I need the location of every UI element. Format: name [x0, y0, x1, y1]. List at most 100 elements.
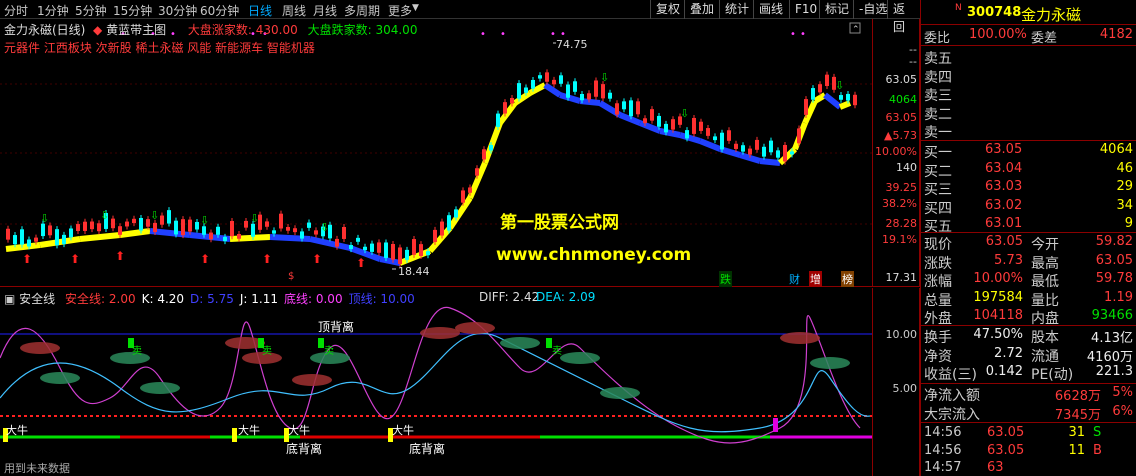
period-tab-10[interactable]: 更多 — [388, 2, 412, 19]
candle-body — [461, 190, 465, 203]
gear-icon[interactable]: ▣ — [4, 292, 15, 306]
flow-label: 大宗流入 — [924, 406, 980, 423]
toolbar-button-3[interactable]: 画线 — [753, 0, 788, 19]
bull-label: 大牛 — [6, 424, 28, 437]
candle-body — [286, 226, 290, 231]
candle-body — [615, 103, 619, 115]
tick-row-0[interactable]: 14:56 63.05 31 S — [921, 424, 1136, 443]
sell-row-1[interactable]: 卖四 — [921, 66, 1136, 86]
event-marker-ranking[interactable]: 榜 — [841, 271, 854, 287]
period-tab-0[interactable]: 分时 — [4, 2, 28, 19]
period-toolbar: 分时 1分钟 5分钟 15分钟 30分钟 60分钟 日线 周线 月线 多周期 更多 ▼ 复权 叠加 统计 画线… — [0, 0, 920, 34]
buy-row-2[interactable]: 买三 63.03 29 — [921, 178, 1136, 198]
band-segment-26 — [679, 132, 701, 144]
toolbar-button-2[interactable]: 统计 — [719, 0, 754, 19]
event-marker-increase[interactable]: 增 — [809, 271, 822, 287]
sell-row-3[interactable]: 卖二 — [921, 103, 1136, 123]
candle-body — [279, 213, 283, 229]
main-chart-canvas[interactable]: ⬆ ⬆ ⬆ ⬆ ⬆ ⬆ ⬆⇩ ⇩ ⇩ ⇩ ⇩⇩⇩⇩⇩• • • • • • • • • • • ⌃ — [0, 19, 872, 287]
sell-arrow-icon: ⇩ — [200, 214, 209, 227]
stock-badge-icon: N — [955, 3, 962, 13]
buy-row-0[interactable]: 买一 63.05 4064 — [921, 141, 1136, 161]
candle-body — [335, 238, 339, 247]
toolbar-button-0[interactable]: 复权 — [650, 0, 685, 19]
period-tab-4[interactable]: 30分钟 — [158, 2, 197, 19]
candle-body — [13, 235, 17, 245]
candle-body — [552, 79, 556, 85]
band-segment-21 — [579, 98, 601, 106]
k-line — [0, 307, 861, 444]
period-tab-3[interactable]: 15分钟 — [113, 2, 152, 19]
stat-value: 10.00% — [973, 271, 1023, 287]
buy-row-3[interactable]: 买四 63.02 34 — [921, 197, 1136, 217]
candle-body — [790, 151, 794, 155]
toolbar-button-7[interactable]: 返回 — [887, 0, 920, 34]
candle-body — [818, 84, 822, 93]
top-dot: • — [800, 29, 806, 40]
candle-body — [118, 226, 122, 235]
candle-body — [293, 228, 297, 233]
sell-row-0[interactable]: 卖五 — [921, 47, 1136, 67]
period-tab-7[interactable]: 周线 — [282, 2, 306, 19]
period-tab-6[interactable]: 日线 — [248, 2, 272, 19]
candle-body — [636, 101, 640, 115]
period-tab-5[interactable]: 60分钟 — [200, 2, 239, 19]
tick-row-2[interactable]: 14:57 63 — [921, 459, 1136, 476]
toolbar-button-4[interactable]: F10 — [789, 0, 822, 19]
candle-body — [167, 210, 171, 224]
chevron-up-icon: ⌃ — [852, 25, 860, 35]
wei-bi-label: 委比 — [924, 31, 951, 46]
buy-arrow-icon: ⬆ — [312, 252, 322, 266]
candle-body — [391, 244, 395, 260]
candle-body — [580, 94, 584, 101]
bull-label-3: 大牛 — [288, 424, 310, 437]
candle-body — [692, 117, 696, 134]
period-tab-2[interactable]: 5分钟 — [75, 2, 107, 19]
more-dropdown-icon[interactable]: ▼ — [412, 3, 419, 13]
band-segment-16 — [497, 101, 518, 125]
sell-label-4: 卖 — [552, 346, 562, 357]
tick-price: 63.05 — [987, 425, 1025, 440]
buy-row-1[interactable]: 买二 63.04 46 — [921, 160, 1136, 180]
candle-body — [510, 97, 514, 104]
event-marker-dollar[interactable]: $ — [288, 271, 294, 282]
flow-row-0: 净流入额 6628万 5% — [921, 384, 1136, 404]
candle-body — [314, 230, 318, 235]
wei-bi-value: 100.00% — [969, 27, 1027, 42]
sell-arrow-icon: ⇩ — [835, 79, 844, 92]
stat-row: 总量 197584 量比 1.19 — [921, 289, 1136, 309]
flow-value: 7345万 — [1054, 407, 1101, 423]
indicator-name[interactable]: 黄蓝带主图 — [106, 23, 166, 37]
candle-body — [769, 140, 773, 153]
candle-body — [559, 75, 563, 84]
event-marker-fall[interactable]: 跌 — [719, 271, 732, 287]
candle-body — [125, 221, 129, 227]
band-segment-30 — [759, 158, 781, 166]
sub-indicator-name[interactable]: 安全线 — [19, 292, 55, 306]
main-price-scale: 63.05 4064 63.05 ▲5.73 10.00% 140 39.25 38.2% 28… — [872, 19, 920, 287]
sell-row-4[interactable]: 卖一 — [921, 121, 1136, 141]
sub-param-1: K: 4.20 — [141, 292, 185, 306]
candle-body — [244, 220, 248, 228]
candle-body — [62, 234, 66, 245]
toolbar-button-1[interactable]: 叠加 — [684, 0, 719, 19]
tick-row-1[interactable]: 14:56 63.05 11 B — [921, 442, 1136, 461]
sell-label-2: 卖 — [262, 346, 272, 357]
event-marker-finance[interactable]: 财 — [789, 271, 800, 287]
period-tab-8[interactable]: 月线 — [313, 2, 337, 19]
band-segment-34 — [813, 92, 827, 104]
period-tab-1[interactable]: 1分钟 — [37, 2, 69, 19]
toolbar-button-5[interactable]: 标记 — [819, 0, 854, 19]
low-price-label: 18.44 — [398, 265, 430, 278]
sell-label-3: 卖 — [324, 346, 334, 357]
stat-value: 2.72 — [994, 345, 1023, 361]
stock-name: 金力永磁 — [1021, 6, 1082, 24]
candle-body — [482, 149, 486, 160]
dea-label: DEA: 2.09 — [536, 290, 596, 304]
band-segment-10 — [379, 256, 401, 266]
sell-row-2[interactable]: 卖三 — [921, 84, 1136, 104]
top-dot: • — [790, 29, 796, 40]
candle-body — [601, 84, 605, 99]
main-scale-label-1: 4064 — [889, 93, 917, 106]
period-tab-9[interactable]: 多周期 — [344, 2, 380, 19]
